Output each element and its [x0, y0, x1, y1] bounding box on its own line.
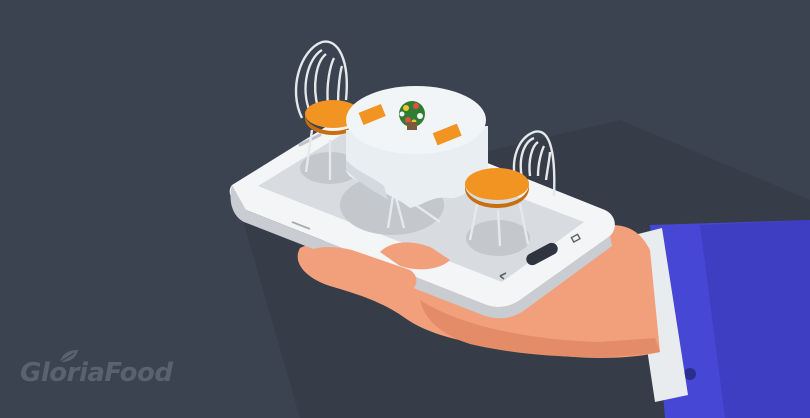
brand-name: GloriaFood [20, 358, 173, 388]
leaf-icon [59, 350, 78, 363]
cuff-button-icon [684, 368, 696, 380]
brand-logo: GloriaFood [20, 350, 173, 388]
phone-with-table-illustration [229, 40, 810, 418]
right-chair-cushion [465, 168, 529, 200]
hero-illustration: GloriaFood [0, 0, 810, 418]
flower-vase [407, 122, 417, 130]
